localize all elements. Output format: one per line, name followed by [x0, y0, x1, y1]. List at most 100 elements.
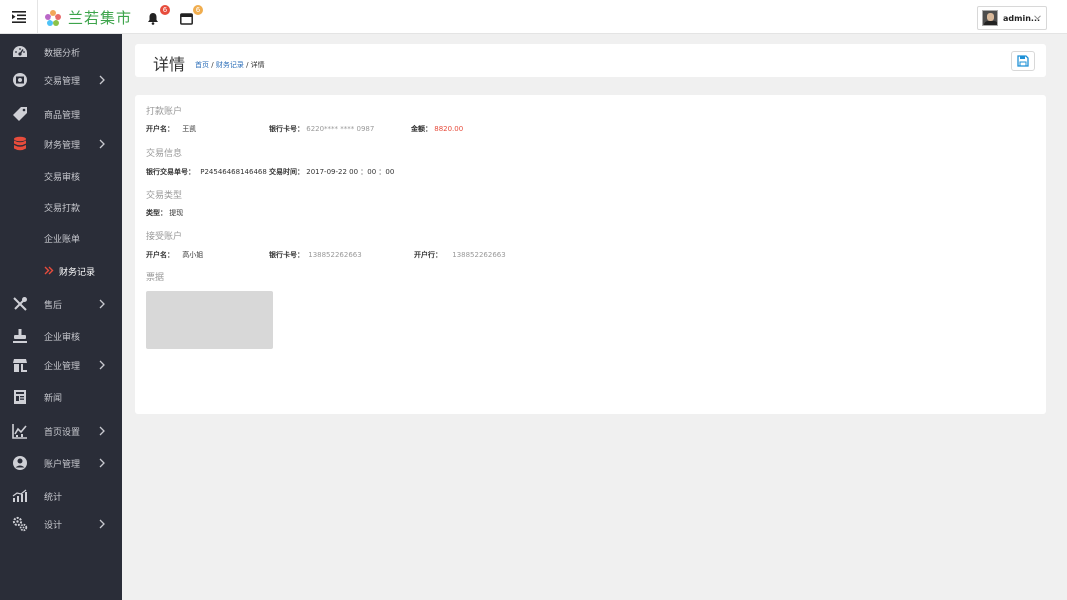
breadcrumb-current: 详情 [250, 61, 265, 69]
field-label: 交易时间： [269, 168, 304, 176]
sidebar-item-enterprise-review[interactable]: 企业审核 [0, 323, 122, 349]
payer-card-field: 银行卡号： 6220**** **** 0987 [269, 124, 374, 134]
app-name: 兰若集市 [68, 9, 133, 27]
sidebar-item-label: 财务记录 [59, 267, 96, 278]
field-label: 开户行： [414, 251, 442, 259]
sidebar-item-label: 企业管理 [44, 361, 81, 372]
sidebar: 数据分析 交易管理 商品管理 财务管理 交易审核 交易打款 企业账单 财务记录 [0, 34, 122, 600]
sidebar-item-news[interactable]: 新闻 [0, 384, 122, 410]
sidebar-item-transactions[interactable]: 交易管理 [0, 67, 122, 93]
chart-settings-icon [12, 423, 28, 439]
newspaper-icon [12, 389, 28, 405]
chevron-right-icon [99, 299, 105, 309]
tools-icon [12, 296, 28, 312]
receiver-bank-field: 开户行： 138852262663 [414, 250, 506, 260]
transaction-type-value: 提现 [169, 209, 184, 217]
breadcrumb-separator: / [246, 61, 249, 69]
menu-toggle-button[interactable] [0, 0, 38, 34]
store-icon [12, 357, 28, 373]
sidebar-item-finance[interactable]: 财务管理 [0, 131, 122, 157]
field-label: 金额： [411, 125, 432, 133]
user-circle-icon [12, 455, 28, 471]
sidebar-subitem-transaction-review[interactable]: 交易审核 [0, 163, 122, 189]
field-label: 银行交易单号： [146, 168, 195, 176]
chevron-right-icon [99, 519, 105, 529]
avatar [982, 10, 998, 26]
sidebar-item-home-settings[interactable]: 首页设置 [0, 418, 122, 444]
breadcrumb: 首页 / 财务记录 / 详情 [195, 60, 265, 70]
chevron-down-icon [1034, 15, 1041, 20]
receiver-bank-value: 138852262663 [452, 251, 506, 259]
transaction-time-value: 2017-09-22 00 ：00 ：00 [306, 168, 395, 176]
field-label: 开户名： [146, 125, 174, 133]
stamp-icon [12, 328, 28, 344]
chevron-right-icon [99, 139, 105, 149]
receiver-card-value: 138852262663 [308, 251, 362, 259]
field-label: 类型： [146, 209, 167, 217]
flower-logo-icon [45, 9, 61, 26]
breadcrumb-separator: / [211, 61, 214, 69]
receiver-holder-field: 开户名： 高小姐 [146, 250, 203, 260]
sidebar-item-label: 新闻 [44, 393, 63, 404]
transaction-serial-field: 银行交易单号： P24546468146468 [146, 167, 267, 177]
notifications-button[interactable]: 6 [147, 5, 170, 26]
chevron-right-icon [99, 360, 105, 370]
transaction-serial-value: P24546468146468 [200, 168, 267, 176]
breadcrumb-home-link[interactable]: 首页 [195, 61, 209, 69]
sidebar-item-label: 数据分析 [44, 48, 81, 59]
transaction-section-title: 交易信息 [146, 149, 183, 159]
bell-icon [148, 13, 158, 25]
sidebar-item-statistics[interactable]: 统计 [0, 483, 122, 509]
field-label: 银行卡号： [269, 251, 304, 259]
transaction-time-field: 交易时间： 2017-09-22 00 ：00 ：00 [269, 167, 394, 177]
sidebar-item-products[interactable]: 商品管理 [0, 101, 122, 127]
sidebar-subitem-finance-records[interactable]: 财务记录 [0, 258, 122, 284]
messages-badge: 6 [193, 5, 203, 15]
payer-holder-value: 王凯 [182, 125, 197, 133]
page-header: 详情 首页 / 财务记录 / 详情 [135, 44, 1046, 77]
receiver-card-field: 银行卡号： 138852262663 [269, 250, 362, 260]
app-logo[interactable]: 兰若集市 [44, 7, 132, 28]
sidebar-item-label: 统计 [44, 492, 63, 503]
sidebar-item-label: 企业账单 [44, 234, 81, 245]
top-bar: 兰若集市 6 6 admin... [0, 0, 1067, 34]
sidebar-subitem-transaction-payment[interactable]: 交易打款 [0, 194, 122, 220]
sidebar-item-design[interactable]: 设计 [0, 511, 122, 537]
stats-icon [12, 488, 28, 504]
sidebar-item-label: 首页设置 [44, 427, 81, 438]
detail-panel: 打款账户 开户名： 王凯 银行卡号： 6220**** **** 0987 金额… [135, 95, 1046, 414]
menu-indent-icon [11, 11, 26, 23]
sidebar-item-label: 账户管理 [44, 459, 81, 470]
save-button[interactable] [1011, 51, 1035, 71]
gears-icon [12, 516, 28, 532]
sidebar-item-analytics[interactable]: 数据分析 [0, 39, 122, 65]
transaction-type-field: 类型： 提现 [146, 208, 183, 218]
user-menu[interactable]: admin... [977, 6, 1047, 30]
sidebar-item-label: 售后 [44, 300, 63, 311]
sidebar-item-enterprise-management[interactable]: 企业管理 [0, 352, 122, 378]
sidebar-item-account-management[interactable]: 账户管理 [0, 450, 122, 476]
sidebar-subitem-enterprise-bill[interactable]: 企业账单 [0, 225, 122, 251]
breadcrumb-parent-link[interactable]: 财务记录 [216, 61, 244, 69]
field-label: 银行卡号： [269, 125, 304, 133]
dashboard-icon [12, 44, 28, 60]
inbox-icon [180, 13, 193, 25]
receipt-section-title: 票据 [146, 273, 165, 283]
chevron-right-icon [99, 426, 105, 436]
sidebar-item-after-sales[interactable]: 售后 [0, 291, 122, 317]
payer-section-title: 打款账户 [146, 107, 183, 117]
double-chevron-right-icon [44, 266, 54, 275]
payer-amount-value: 8820.00 [434, 125, 464, 133]
receipt-image-placeholder[interactable] [146, 291, 273, 349]
sidebar-item-label: 设计 [44, 520, 63, 531]
sidebar-item-label: 企业审核 [44, 332, 81, 343]
chevron-right-icon [99, 458, 105, 468]
messages-button[interactable]: 6 [180, 5, 203, 26]
type-section-title: 交易类型 [146, 191, 183, 201]
payer-amount-field: 金额： 8820.00 [411, 124, 463, 134]
receiver-holder-value: 高小姐 [182, 251, 204, 259]
notifications-badge: 6 [160, 5, 170, 15]
payer-holder-field: 开户名： 王凯 [146, 124, 196, 134]
sidebar-item-label: 交易管理 [44, 76, 81, 87]
chevron-right-icon [99, 75, 105, 85]
